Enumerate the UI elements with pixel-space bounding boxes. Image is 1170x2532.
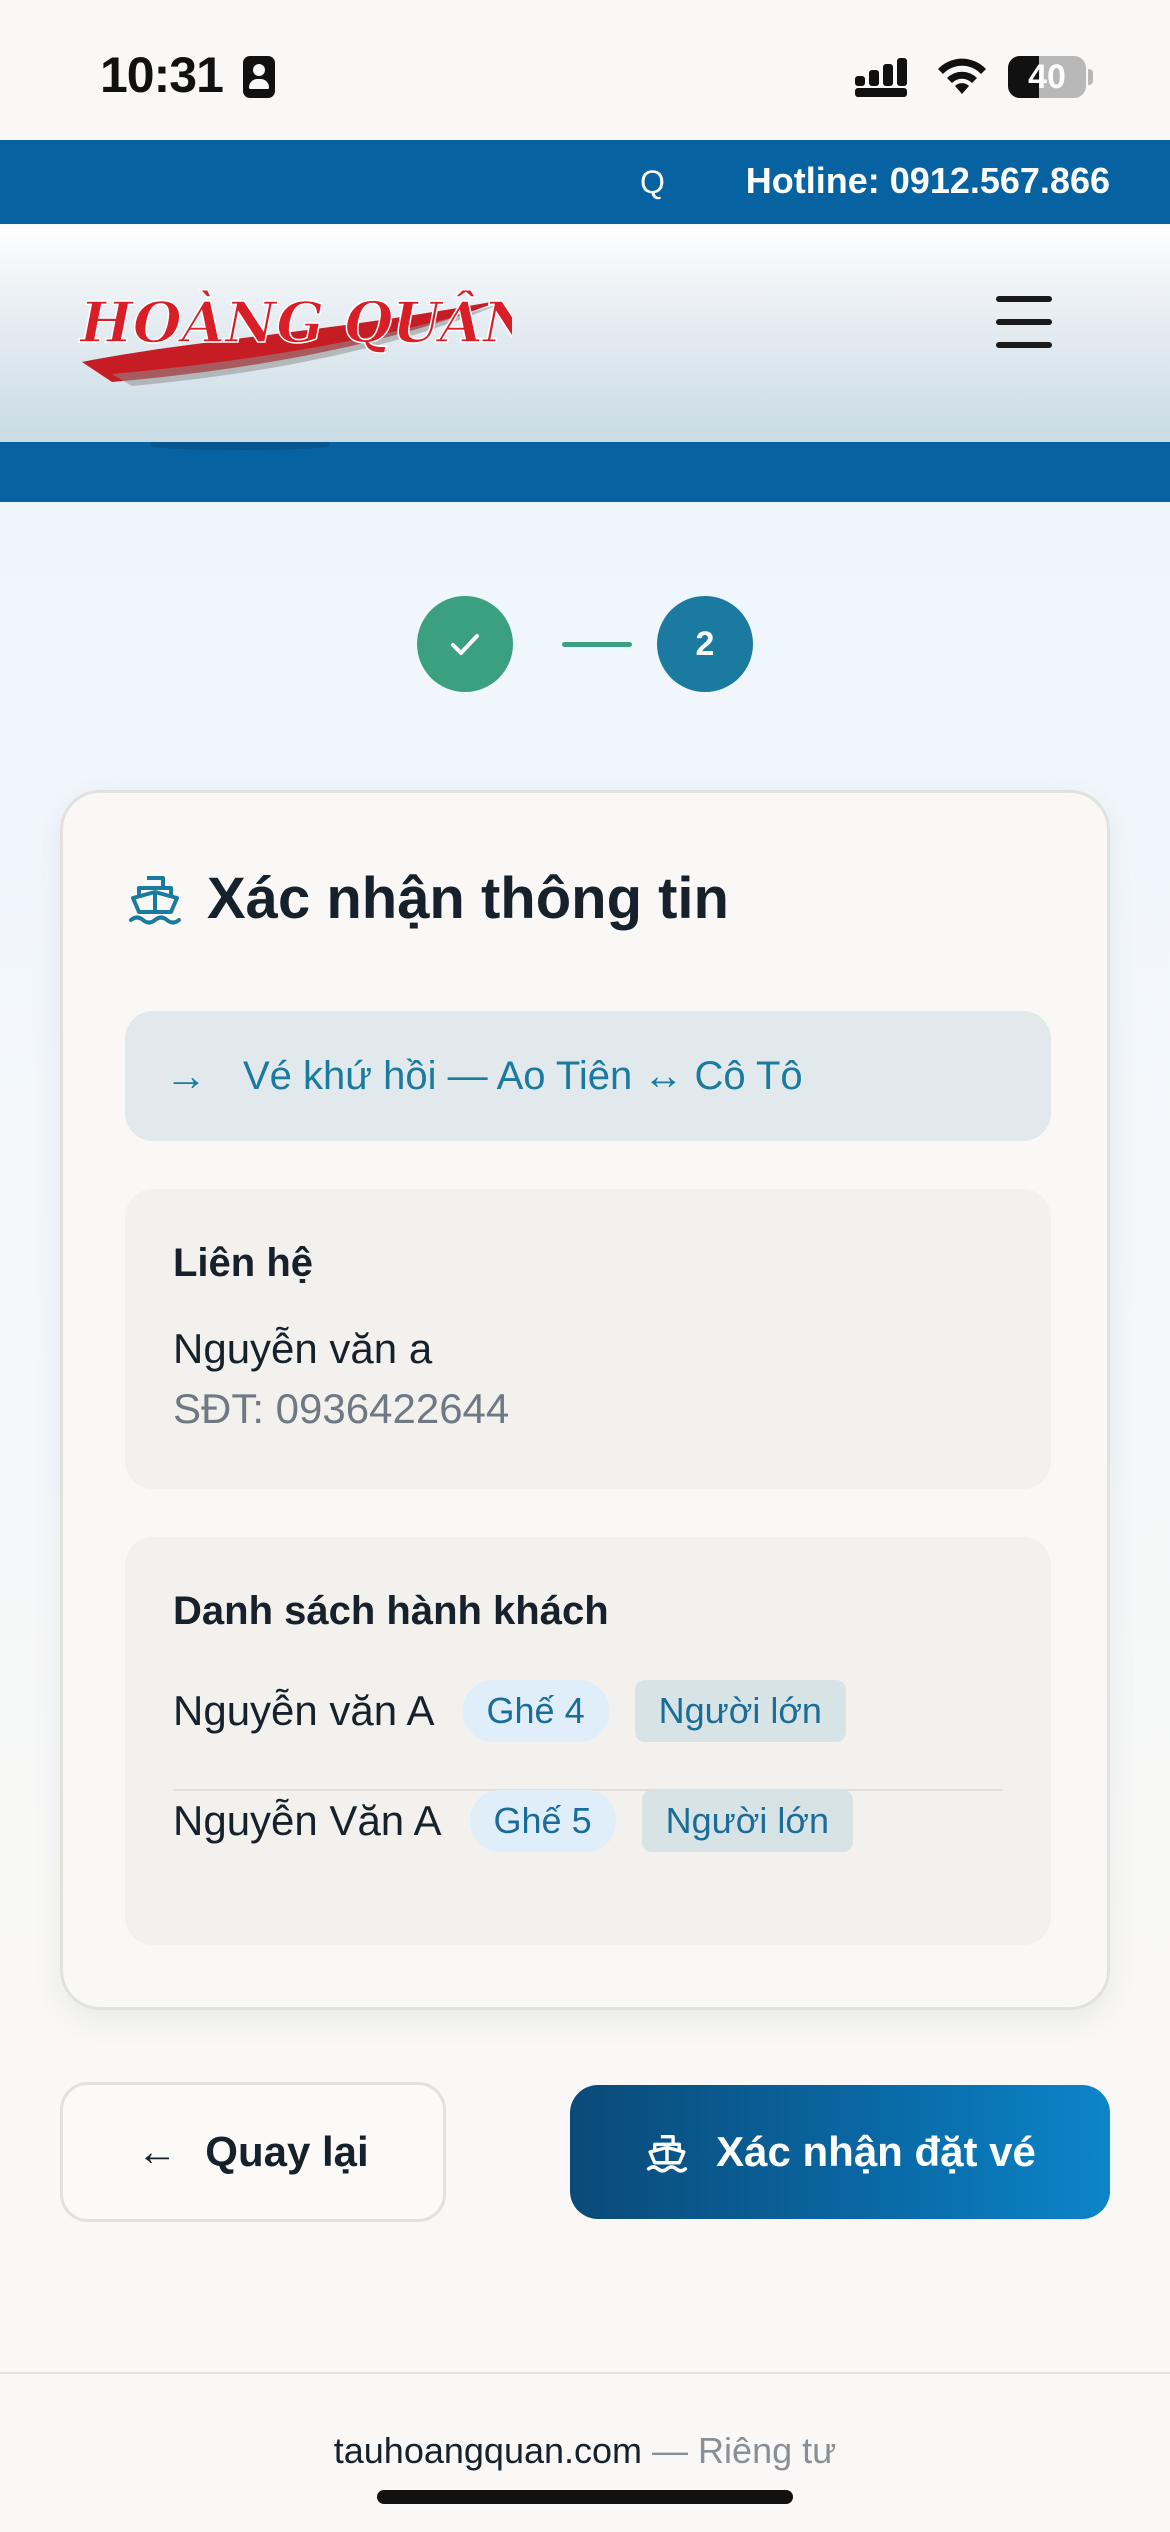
arrow-left-icon: ← [137,2129,178,2174]
home-indicator[interactable] [377,2490,793,2504]
hotline-link[interactable]: Hotline: 0912.567.866 [746,160,1110,202]
contact-card-icon [243,56,275,98]
passenger-name: Nguyễn văn A [173,1687,435,1734]
footer-separator: — [652,2430,689,2471]
footer-domain-link[interactable]: tauhoangquan.com [334,2430,642,2471]
passenger-row: Nguyễn Văn A Ghế 5 Người lớn [173,1789,853,1853]
site-header: HOÀNG QUÂN [0,224,1170,442]
arrow-right-icon: → [165,1052,207,1099]
step-2-current: 2 [657,596,753,692]
battery-icon: 40 [1008,56,1086,98]
hamburger-menu-icon[interactable] [996,296,1054,348]
step-1-completed [417,596,513,692]
ship-icon [646,2134,688,2173]
confirm-button-label: Xác nhận đặt vé [716,2128,1036,2175]
back-button-label: Quay lại [205,2128,369,2175]
passenger-row: Nguyễn văn A Ghế 4 Người lớn [173,1679,846,1743]
hoang-quan-logo[interactable]: HOÀNG QUÂN [72,270,512,390]
check-icon [451,634,479,655]
passenger-type-badge: Người lớn [641,1790,853,1852]
footer-text: tauhoangquan.com — Riêng tư [0,2430,1170,2472]
passenger-type-badge: Người lớn [634,1680,846,1742]
confirm-booking-button[interactable]: Xác nhận đặt vé [570,2085,1110,2219]
header-underbar [0,442,1170,502]
contact-name: Nguyễn văn a [173,1325,433,1372]
footer: tauhoangquan.com — Riêng tư [0,2372,1170,2532]
wifi-icon [938,58,986,94]
booking-stepper: 2 [0,596,1170,696]
step-connector [562,642,632,647]
card-header: Xác nhận thông tin [125,863,729,933]
status-bar: 10:31 40 [0,0,1170,140]
cellular-signal-icon [855,58,907,97]
passenger-list-heading: Danh sách hành khách [173,1589,609,1633]
contact-section: Liên hệ Nguyễn văn a SĐT: 0936422644 [125,1189,1051,1489]
battery-cap [1088,69,1093,85]
contact-heading: Liên hệ [173,1241,314,1285]
route-summary: → Vé khứ hồi — Ao Tiên ↔ Cô Tô [125,1011,1051,1141]
route-text: Vé khứ hồi — Ao Tiên ↔ Cô Tô [243,1053,803,1098]
search-icon[interactable]: Q [640,164,665,201]
passenger-name: Nguyễn Văn A [173,1797,442,1844]
back-button[interactable]: ← Quay lại [60,2082,446,2222]
passenger-list-section: Danh sách hành khách Nguyễn văn A Ghế 4 … [125,1537,1051,1945]
status-time: 10:31 [100,47,224,103]
ship-icon [129,876,181,925]
seat-badge: Ghế 4 [462,1680,609,1742]
battery-level: 40 [1028,57,1066,96]
card-title: Xác nhận thông tin [207,865,729,931]
privacy-link[interactable]: Riêng tư [698,2430,836,2471]
contact-phone: SĐT: 0936422644 [173,1385,510,1432]
logo-text: HOÀNG QUÂN [78,289,512,356]
hotline-bar: Q Hotline: 0912.567.866 [0,140,1170,224]
seat-badge: Ghế 5 [469,1790,616,1852]
confirmation-card: Xác nhận thông tin → Vé khứ hồi — Ao Tiê… [60,790,1110,2010]
